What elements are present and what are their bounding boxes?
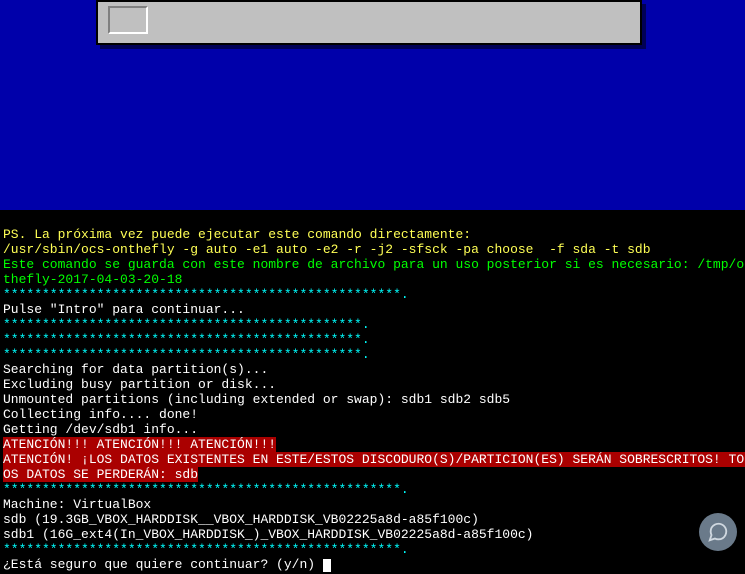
separator: ****************************************…	[3, 317, 370, 332]
ps-notice-line1: PS. La próxima vez puede ejecutar este c…	[3, 227, 471, 242]
confirm-prompt[interactable]: ¿Está seguro que quiere continuar? (y/n)	[3, 557, 323, 572]
getting-msg: Getting /dev/sdb1 info...	[3, 422, 198, 437]
excluding-msg: Excluding busy partition or disk...	[3, 377, 276, 392]
warning-body-line2: OS DATOS SE PERDERÁN: sdb	[3, 467, 198, 482]
ps-command: /usr/sbin/ocs-onthefly -g auto -e1 auto …	[3, 242, 651, 257]
dialog-box	[96, 0, 642, 45]
terminal-output: PS. La próxima vez puede ejecutar este c…	[0, 210, 745, 574]
cursor	[323, 559, 331, 572]
save-notice-line2: thefly-2017-04-03-20-18	[3, 272, 182, 287]
warning-header: ATENCIÓN!!! ATENCIÓN!!! ATENCIÓN!!!	[3, 437, 276, 452]
speech-bubble-icon	[707, 521, 729, 543]
press-intro-prompt: Pulse "Intro" para continuar...	[3, 302, 245, 317]
separator: ****************************************…	[3, 482, 409, 497]
chat-bubble-icon[interactable]	[699, 513, 737, 551]
machine-info: Machine: VirtualBox	[3, 497, 151, 512]
save-notice-line1: Este comando se guarda con este nombre d…	[3, 257, 745, 272]
unmounted-msg: Unmounted partitions (including extended…	[3, 392, 510, 407]
separator: ****************************************…	[3, 347, 370, 362]
searching-msg: Searching for data partition(s)...	[3, 362, 268, 377]
dialog-background	[0, 0, 745, 210]
partition-sdb1-info: sdb1 (16G_ext4(In_VBOX_HARDDISK_)_VBOX_H…	[3, 527, 534, 542]
dialog-button-fragment	[108, 6, 148, 34]
collecting-msg: Collecting info.... done!	[3, 407, 198, 422]
separator: ****************************************…	[3, 287, 409, 302]
separator: ****************************************…	[3, 332, 370, 347]
warning-body-line1: ATENCIÓN! ¡LOS DATOS EXISTENTES EN ESTE/…	[3, 452, 745, 467]
separator: ****************************************…	[3, 542, 409, 557]
disk-sdb-info: sdb (19.3GB_VBOX_HARDDISK__VBOX_HARDDISK…	[3, 512, 479, 527]
